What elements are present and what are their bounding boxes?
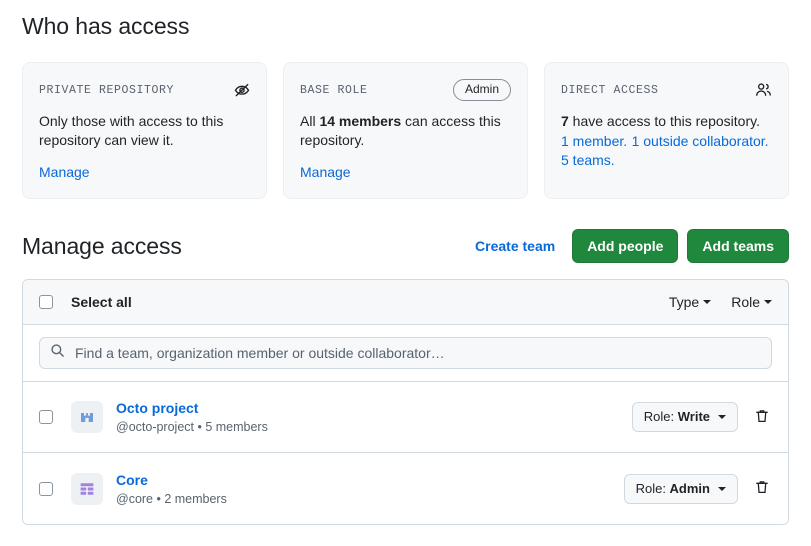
- card-header: PRIVATE REPOSITORY: [39, 79, 250, 101]
- card-body: All 14 members can access this repositor…: [300, 112, 511, 150]
- card-body-suffix: have access to this repository.: [569, 113, 760, 129]
- row-info: Octo project @octo-project • 5 members: [116, 399, 268, 435]
- manage-access-title: Manage access: [22, 233, 182, 260]
- table-filters: Type Role: [669, 294, 772, 310]
- search-input[interactable]: [73, 344, 761, 362]
- select-all-checkbox[interactable]: [39, 295, 53, 309]
- card-direct-access: DIRECT ACCESS 7 have access to this repo…: [544, 62, 789, 199]
- base-role-badge: Admin: [453, 79, 511, 101]
- card-header: DIRECT ACCESS: [561, 79, 772, 101]
- type-filter-label: Type: [669, 294, 699, 310]
- card-label: DIRECT ACCESS: [561, 84, 659, 97]
- team-meta: @octo-project • 5 members: [116, 419, 268, 435]
- row-checkbox[interactable]: [39, 410, 53, 424]
- manage-access-header: Manage access Create team Add people Add…: [22, 229, 789, 263]
- card-body: Only those with access to this repositor…: [39, 112, 250, 150]
- team-name-link[interactable]: Core: [116, 471, 227, 489]
- type-filter-dropdown[interactable]: Type: [669, 294, 711, 310]
- card-body: 7 have access to this repository.: [561, 112, 772, 131]
- create-team-link[interactable]: Create team: [475, 238, 555, 254]
- role-dropdown-button[interactable]: Role: Write: [632, 402, 738, 432]
- teams-link[interactable]: 5 teams.: [561, 152, 615, 168]
- role-dropdown-button[interactable]: Role: Admin: [624, 474, 738, 504]
- direct-access-links: 1 member. 1 outside collaborator. 5 team…: [561, 132, 772, 170]
- eye-closed-icon: [234, 82, 250, 98]
- card-base-role: BASE ROLE Admin All 14 members can acces…: [283, 62, 528, 199]
- outside-collaborators-link[interactable]: 1 outside collaborator.: [632, 133, 769, 149]
- card-label: BASE ROLE: [300, 84, 368, 97]
- table-row: Octo project @octo-project • 5 members R…: [23, 382, 788, 453]
- role-filter-dropdown[interactable]: Role: [731, 294, 772, 310]
- row-checkbox[interactable]: [39, 482, 53, 496]
- team-meta: @core • 2 members: [116, 491, 227, 507]
- team-name-link[interactable]: Octo project: [116, 399, 268, 417]
- row-info: Core @core • 2 members: [116, 471, 227, 507]
- table-row: Core @core • 2 members Role: Admin: [23, 453, 788, 524]
- delete-row-button[interactable]: [752, 477, 772, 500]
- chevron-down-icon: [718, 415, 726, 419]
- people-icon: [755, 82, 772, 98]
- role-filter-label: Role: [731, 294, 760, 310]
- row-actions: Role: Admin: [624, 474, 772, 504]
- access-summary-cards: PRIVATE REPOSITORY Only those with acces…: [22, 62, 789, 199]
- page-title: Who has access: [22, 0, 789, 40]
- search-icon: [50, 343, 65, 363]
- chevron-down-icon: [718, 487, 726, 491]
- trash-icon: [754, 479, 770, 498]
- core-team-avatar: [71, 473, 103, 505]
- trash-icon: [754, 408, 770, 427]
- search-box[interactable]: [39, 337, 772, 369]
- page-container: Who has access PRIVATE REPOSITORY Only t…: [0, 0, 811, 525]
- delete-row-button[interactable]: [752, 406, 772, 429]
- octo-project-team-avatar: [71, 401, 103, 433]
- role-button-label: Role: Write: [644, 408, 710, 426]
- card-header: BASE ROLE Admin: [300, 79, 511, 101]
- add-teams-button[interactable]: Add teams: [687, 229, 789, 263]
- access-table: Select all Type Role: [22, 279, 789, 525]
- card-body-strong: 14 members: [319, 113, 401, 129]
- card-body-text: Only those with access to this repositor…: [39, 113, 223, 148]
- manage-base-role-link[interactable]: Manage: [300, 164, 351, 180]
- direct-access-count: 7: [561, 113, 569, 129]
- table-search-row: [23, 325, 788, 382]
- role-button-label: Role: Admin: [636, 480, 710, 498]
- card-label: PRIVATE REPOSITORY: [39, 84, 174, 97]
- table-header-row: Select all Type Role: [23, 280, 788, 325]
- card-body-prefix: All: [300, 113, 319, 129]
- add-people-button[interactable]: Add people: [572, 229, 678, 263]
- manage-private-repository-link[interactable]: Manage: [39, 164, 90, 180]
- row-actions: Role: Write: [632, 402, 772, 432]
- members-link[interactable]: 1 member.: [561, 133, 627, 149]
- manage-access-actions: Create team Add people Add teams: [475, 229, 789, 263]
- chevron-down-icon: [703, 300, 711, 304]
- chevron-down-icon: [764, 300, 772, 304]
- card-private-repository: PRIVATE REPOSITORY Only those with acces…: [22, 62, 267, 199]
- select-all-label: Select all: [71, 294, 132, 310]
